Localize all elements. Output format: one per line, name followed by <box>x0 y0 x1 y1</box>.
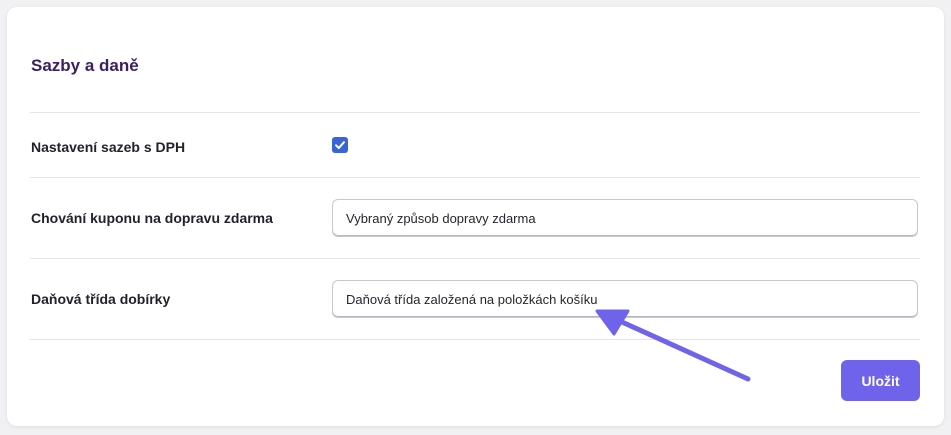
save-button[interactable]: Uložit <box>841 360 920 401</box>
cod-tax-class-label: Daňová třída dobírky <box>31 291 171 307</box>
free-shipping-coupon-select[interactable]: Vybraný způsob dopravy zdarma <box>332 199 918 237</box>
divider <box>30 339 920 340</box>
section-title: Sazby a daně <box>31 56 139 75</box>
vat-rates-label: Nastavení sazeb s DPH <box>31 139 186 155</box>
checkmark-icon <box>335 141 345 149</box>
cod-tax-class-select[interactable]: Daňová třída založená na položkách košík… <box>332 280 918 318</box>
cod-tax-class-value: Daňová třída založená na položkách košík… <box>346 291 598 307</box>
divider <box>30 112 920 113</box>
free-shipping-coupon-value: Vybraný způsob dopravy zdarma <box>346 210 536 226</box>
divider <box>30 258 920 259</box>
free-shipping-coupon-label: Chování kuponu na dopravu zdarma <box>31 210 273 226</box>
divider <box>30 177 920 178</box>
vat-rates-checkbox[interactable] <box>332 137 348 153</box>
settings-card: Sazby a daně Nastavení sazeb s DPH Chová… <box>7 7 944 426</box>
